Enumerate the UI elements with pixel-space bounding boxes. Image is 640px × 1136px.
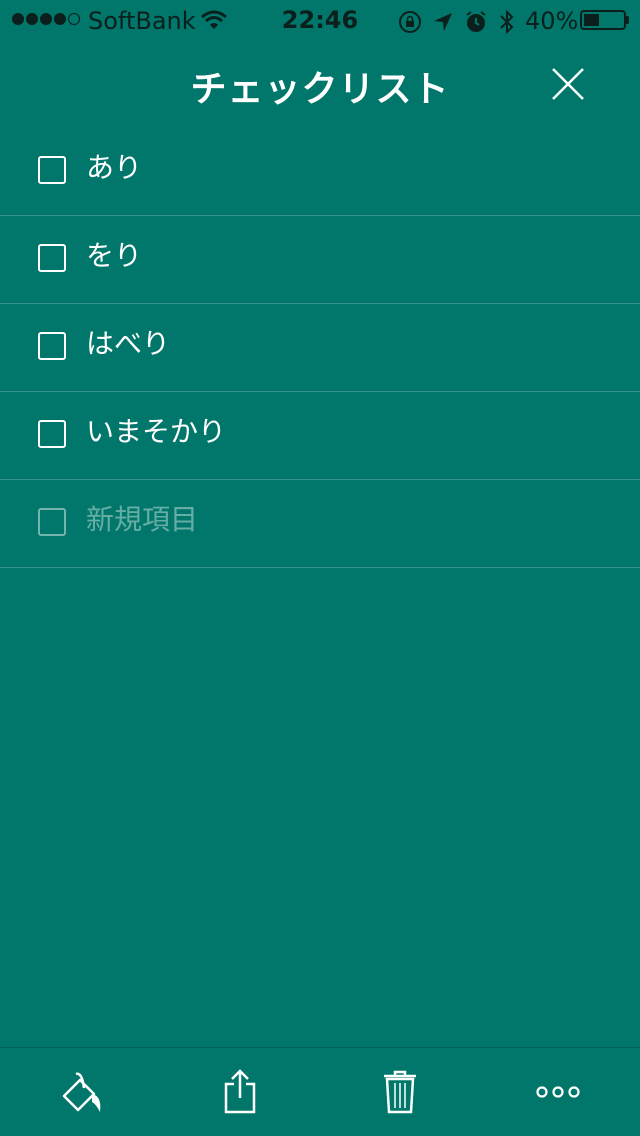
battery-percentage: 40% — [525, 7, 579, 35]
checklist-item[interactable]: あり — [0, 128, 640, 216]
new-item-input[interactable]: 新規項目 — [86, 502, 198, 538]
close-icon — [552, 68, 584, 100]
location-arrow-icon — [432, 11, 454, 39]
share-button[interactable] — [210, 1066, 270, 1118]
alarm-icon — [464, 10, 488, 40]
status-bar: SoftBank 22:46 40% — [0, 0, 640, 40]
checklist-item-label[interactable]: いまそかり — [86, 414, 226, 450]
page-title: チェックリスト — [190, 69, 450, 110]
delete-button[interactable] — [370, 1066, 430, 1118]
paint-bucket-icon — [62, 1072, 101, 1112]
close-button[interactable] — [548, 64, 588, 104]
more-button[interactable] — [528, 1066, 588, 1118]
header: チェックリスト — [0, 40, 640, 128]
more-icon — [536, 1086, 580, 1098]
checklist-item-label[interactable]: はべり — [86, 326, 170, 362]
share-icon — [224, 1069, 256, 1114]
checklist-item-label[interactable]: あり — [86, 150, 142, 186]
checklist-item[interactable]: いまそかり — [0, 392, 640, 480]
checklist-item-label[interactable]: をり — [86, 238, 142, 274]
checklist-item[interactable]: をり — [0, 216, 640, 304]
checklist: あり をり はべり いまそかり 新規項目 — [0, 128, 640, 568]
bottom-toolbar — [0, 1047, 640, 1136]
theme-color-button[interactable] — [52, 1066, 112, 1118]
new-item-checkbox — [38, 508, 66, 536]
checkbox[interactable] — [38, 332, 66, 360]
new-item-row[interactable]: 新規項目 — [0, 480, 640, 568]
checkbox[interactable] — [38, 420, 66, 448]
checkbox[interactable] — [38, 244, 66, 272]
checklist-item[interactable]: はべり — [0, 304, 640, 392]
bluetooth-icon — [498, 8, 516, 42]
trash-icon — [384, 1070, 416, 1114]
rotation-lock-icon — [398, 10, 422, 40]
checkbox[interactable] — [38, 156, 66, 184]
battery-icon — [580, 10, 626, 30]
